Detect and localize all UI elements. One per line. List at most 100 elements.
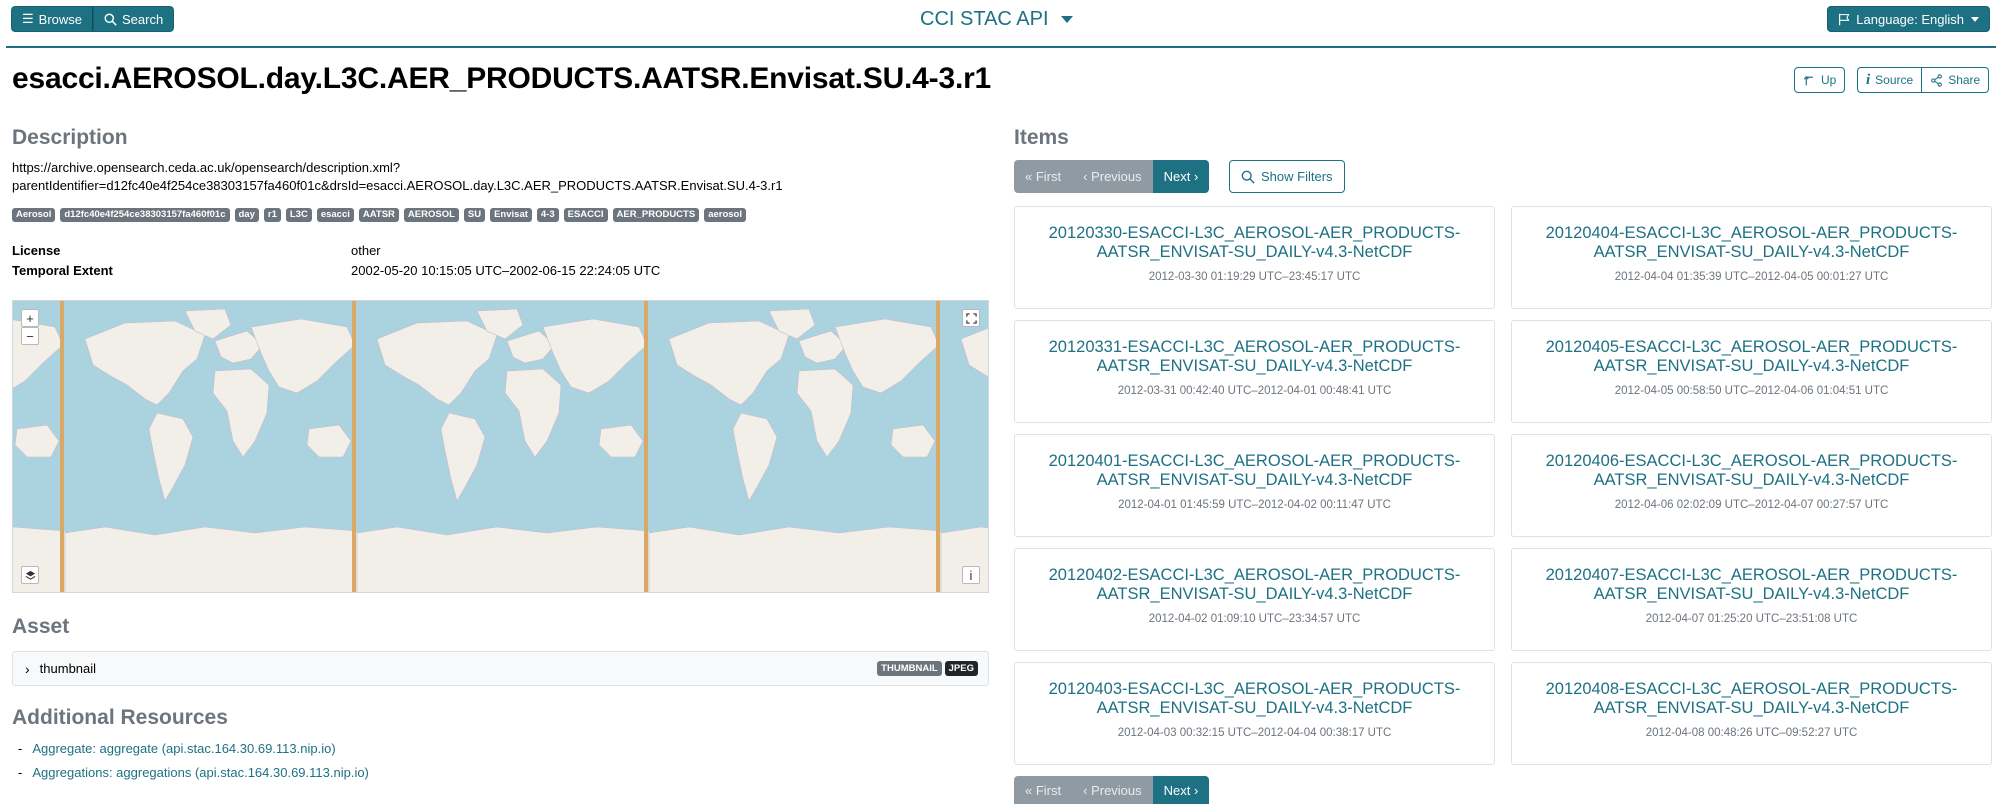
license-label: License bbox=[12, 243, 61, 258]
item-card[interactable]: 20120402-ESACCI-L3C_AEROSOL-AER_PRODUCTS… bbox=[1014, 548, 1495, 651]
nav-button-group: ☰ Browse Search bbox=[11, 6, 175, 32]
next-page-button[interactable]: Next › bbox=[1152, 160, 1210, 193]
item-card[interactable]: 20120403-ESACCI-L3C_AEROSOL-AER_PRODUCTS… bbox=[1014, 662, 1495, 765]
list-item: - Aggregate: aggregate (api.stac.164.30.6… bbox=[18, 741, 336, 756]
item-time-range: 2012-04-04 01:35:39 UTC–2012-04-05 00:01… bbox=[1614, 271, 1889, 283]
keyword-badge: L3C bbox=[285, 208, 312, 222]
bbox-edge bbox=[936, 301, 940, 592]
fullscreen-button[interactable] bbox=[962, 309, 980, 327]
search-icon bbox=[1241, 170, 1255, 184]
item-card[interactable]: 20120407-ESACCI-L3C_AEROSOL-AER_PRODUCTS… bbox=[1511, 548, 1992, 651]
zoom-in-button[interactable]: + bbox=[21, 309, 39, 327]
browse-label: Browse bbox=[38, 11, 83, 27]
asset-badges: THUMBNAIL JPEG bbox=[877, 661, 978, 676]
item-card[interactable]: 20120406-ESACCI-L3C_AEROSOL-AER_PRODUCTS… bbox=[1511, 434, 1992, 537]
item-title-link[interactable]: 20120403-ESACCI-L3C_AEROSOL-AER_PRODUCTS… bbox=[1015, 680, 1494, 718]
keyword-badge: SU bbox=[463, 208, 486, 222]
fullscreen-icon bbox=[965, 312, 977, 324]
chevron-down-icon bbox=[1971, 16, 1979, 22]
description-line: parentIdentifier=d12fc40e4f254ce38303157… bbox=[12, 178, 783, 193]
language-label: Language: English bbox=[1856, 11, 1964, 27]
keyword-badge: 4-3 bbox=[536, 208, 559, 222]
up-button[interactable]: Up bbox=[1794, 67, 1846, 93]
item-title-link[interactable]: 20120331-ESACCI-L3C_AEROSOL-AER_PRODUCTS… bbox=[1015, 338, 1494, 376]
keyword-badge: day bbox=[234, 208, 259, 222]
first-page-button[interactable]: « First bbox=[1014, 776, 1073, 804]
pagination-bottom: « First ‹ Previous Next › bbox=[1014, 776, 1210, 804]
item-card[interactable]: 20120404-ESACCI-L3C_AEROSOL-AER_PRODUCTS… bbox=[1511, 206, 1992, 309]
keyword-badge: AEROSOL bbox=[403, 208, 459, 222]
flag-icon bbox=[1839, 13, 1850, 25]
keyword-badge: Envisat bbox=[490, 208, 532, 222]
item-time-range: 2012-04-01 01:45:59 UTC–2012-04-02 00:11… bbox=[1118, 499, 1391, 511]
show-filters-button[interactable]: Show Filters bbox=[1229, 160, 1345, 193]
item-title-link[interactable]: 20120401-ESACCI-L3C_AEROSOL-AER_PRODUCTS… bbox=[1015, 452, 1494, 490]
item-card[interactable]: 20120330-ESACCI-L3C_AEROSOL-AER_PRODUCTS… bbox=[1014, 206, 1495, 309]
item-time-range: 2012-04-06 02:02:09 UTC–2012-04-07 00:27… bbox=[1614, 499, 1889, 511]
search-icon bbox=[104, 12, 117, 26]
show-filters-label: Show Filters bbox=[1261, 169, 1333, 184]
page-title: esacci.AEROSOL.day.L3C.AER_PRODUCTS.AATS… bbox=[12, 62, 992, 95]
asset-name: thumbnail bbox=[39, 661, 97, 676]
share-icon bbox=[1931, 73, 1943, 87]
item-time-range: 2012-04-02 01:09:10 UTC–23:34:57 UTC bbox=[1148, 613, 1361, 625]
asset-heading: Asset bbox=[12, 615, 70, 638]
search-button[interactable]: Search bbox=[93, 6, 175, 32]
item-card[interactable]: 20120401-ESACCI-L3C_AEROSOL-AER_PRODUCTS… bbox=[1014, 434, 1495, 537]
keyword-badge: esacci bbox=[316, 208, 354, 222]
keyword-badge: aerosol bbox=[704, 208, 746, 222]
previous-page-button[interactable]: ‹ Previous bbox=[1072, 776, 1153, 804]
aggregations-link[interactable]: Aggregations: aggregations (api.stac.164… bbox=[32, 765, 369, 780]
source-button[interactable]: i Source bbox=[1857, 67, 1923, 93]
temporal-extent-value: 2002-05-20 10:15:05 UTC–2002-06-15 22:24… bbox=[351, 263, 661, 278]
item-title-link[interactable]: 20120405-ESACCI-L3C_AEROSOL-AER_PRODUCTS… bbox=[1512, 338, 1991, 376]
zoom-out-button[interactable]: − bbox=[21, 327, 39, 345]
world-map-tiles bbox=[13, 308, 988, 592]
aggregate-link[interactable]: Aggregate: aggregate (api.stac.164.30.69… bbox=[32, 741, 335, 756]
share-button[interactable]: Share bbox=[1922, 67, 1990, 93]
arrow-up-left-icon bbox=[1803, 75, 1813, 85]
app-title-dropdown[interactable]: CCI STAC API bbox=[920, 8, 1073, 31]
header-divider bbox=[6, 46, 1996, 48]
item-title-link[interactable]: 20120404-ESACCI-L3C_AEROSOL-AER_PRODUCTS… bbox=[1512, 224, 1991, 262]
first-page-button[interactable]: « First bbox=[1014, 160, 1073, 193]
layers-button[interactable] bbox=[21, 566, 39, 584]
item-title-link[interactable]: 20120402-ESACCI-L3C_AEROSOL-AER_PRODUCTS… bbox=[1015, 566, 1494, 604]
app-title: CCI STAC API bbox=[920, 8, 1049, 30]
source-share-group: i Source Share bbox=[1857, 67, 1990, 93]
map-view[interactable]: + − i bbox=[12, 300, 989, 593]
language-dropdown[interactable]: Language: English bbox=[1827, 6, 1990, 32]
license-row: License other bbox=[12, 243, 381, 258]
keyword-badge: d12fc40e4f254ce38303157fa460f01c bbox=[60, 208, 230, 222]
license-value: other bbox=[351, 243, 381, 258]
source-label: Source bbox=[1875, 73, 1914, 87]
attribution-info-button[interactable]: i bbox=[962, 566, 980, 584]
additional-resources-heading: Additional Resources bbox=[12, 706, 228, 729]
up-label: Up bbox=[1821, 73, 1837, 87]
item-time-range: 2012-04-05 00:58:50 UTC–2012-04-06 01:04… bbox=[1614, 385, 1889, 397]
keyword-badge: r1 bbox=[263, 208, 281, 222]
item-time-range: 2012-04-03 00:32:15 UTC–2012-04-04 00:38… bbox=[1117, 727, 1392, 739]
bbox-edge bbox=[644, 301, 648, 592]
browse-button[interactable]: ☰ Browse bbox=[11, 6, 94, 32]
app-header: ☰ Browse Search CCI STAC API Language: E… bbox=[0, 0, 2002, 48]
item-title-link[interactable]: 20120408-ESACCI-L3C_AEROSOL-AER_PRODUCTS… bbox=[1512, 680, 1991, 718]
item-card[interactable]: 20120405-ESACCI-L3C_AEROSOL-AER_PRODUCTS… bbox=[1511, 320, 1992, 423]
item-card[interactable]: 20120408-ESACCI-L3C_AEROSOL-AER_PRODUCTS… bbox=[1511, 662, 1992, 765]
asset-type-badge: JPEG bbox=[944, 661, 978, 676]
info-icon: i bbox=[1866, 71, 1871, 88]
previous-page-button[interactable]: ‹ Previous bbox=[1072, 160, 1153, 193]
bbox-edge bbox=[352, 301, 356, 592]
next-page-button[interactable]: Next › bbox=[1152, 776, 1210, 804]
chevron-down-icon bbox=[1060, 16, 1073, 23]
item-title-link[interactable]: 20120330-ESACCI-L3C_AEROSOL-AER_PRODUCTS… bbox=[1015, 224, 1494, 262]
chevron-right-icon: › bbox=[25, 660, 30, 677]
temporal-extent-label: Temporal Extent bbox=[12, 263, 113, 278]
item-title-link[interactable]: 20120407-ESACCI-L3C_AEROSOL-AER_PRODUCTS… bbox=[1512, 566, 1991, 604]
asset-row-thumbnail[interactable]: › thumbnail THUMBNAIL JPEG bbox=[12, 651, 989, 686]
temporal-extent-row: Temporal Extent 2002-05-20 10:15:05 UTC–… bbox=[12, 263, 660, 278]
menu-icon: ☰ bbox=[22, 11, 34, 26]
item-title-link[interactable]: 20120406-ESACCI-L3C_AEROSOL-AER_PRODUCTS… bbox=[1512, 452, 1991, 490]
description-heading: Description bbox=[12, 126, 128, 149]
item-card[interactable]: 20120331-ESACCI-L3C_AEROSOL-AER_PRODUCTS… bbox=[1014, 320, 1495, 423]
